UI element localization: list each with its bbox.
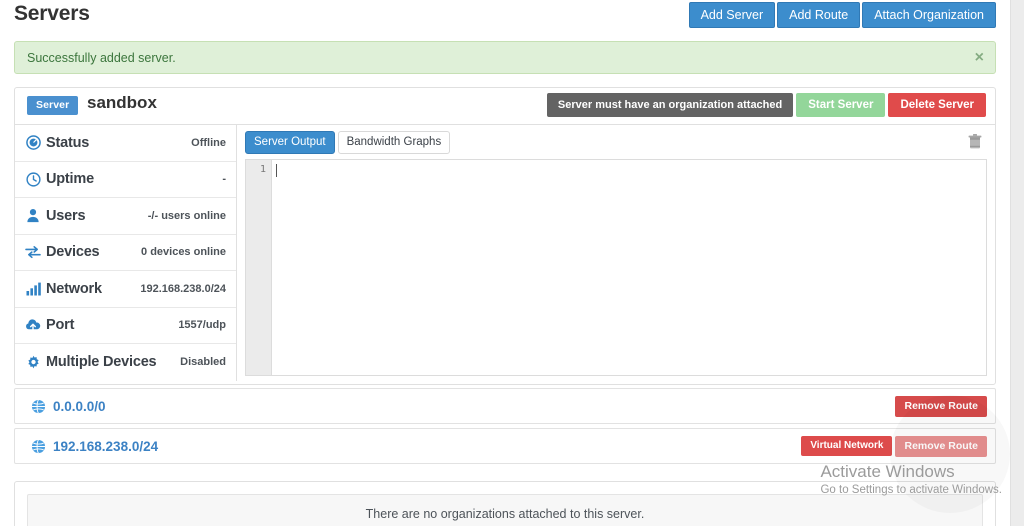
status-label: Status [46, 134, 90, 151]
organizations-panel: There are no organizations attached to t… [14, 481, 996, 526]
page-header: Servers Add Server Add Route Attach Orga… [0, 0, 1010, 34]
organization-warning-button[interactable]: Server must have an organization attache… [546, 93, 794, 117]
exchange-icon [24, 243, 42, 261]
organizations-empty-state: There are no organizations attached to t… [27, 494, 983, 526]
server-name: sandbox [87, 93, 157, 112]
user-icon [24, 207, 42, 225]
table-row: 0.0.0.0/0 Remove Route [14, 388, 996, 424]
signal-bars-icon [24, 280, 42, 298]
status-label: Uptime [46, 171, 94, 188]
alert-message: Successfully added server. [27, 50, 176, 65]
globe-icon [31, 439, 46, 454]
status-value: 0 devices online [141, 246, 226, 259]
status-value: Disabled [180, 356, 226, 369]
status-row-uptime: Uptime - [15, 162, 236, 198]
status-label: Port [46, 317, 75, 334]
page-title: Servers [14, 2, 90, 25]
server-output-panel: Server Output Bandwidth Graphs 1 [237, 125, 995, 384]
server-status-list: Status Offline Uptime - Users -/- users … [15, 125, 237, 381]
add-route-button[interactable]: Add Route [777, 2, 861, 28]
tab-server-output[interactable]: Server Output [245, 131, 335, 154]
watermark-blob [890, 395, 1010, 513]
status-value: Offline [191, 136, 226, 149]
status-label: Users [46, 207, 86, 224]
status-value: 1557/udp [178, 319, 226, 332]
gauge-icon [24, 134, 42, 152]
routes-list: 0.0.0.0/0 Remove Route 192.168.238.0/24 … [14, 388, 996, 468]
server-output-terminal[interactable]: 1 [245, 159, 987, 376]
header-actions: Add Server Add Route Attach Organization [688, 2, 996, 28]
status-value: -/- users online [147, 209, 226, 222]
virtual-network-button[interactable]: Virtual Network [801, 435, 893, 456]
server-header-actions: Server must have an organization attache… [546, 93, 986, 117]
table-row: 192.168.238.0/24 Virtual Network Remove … [14, 428, 996, 464]
success-alert: Successfully added server. × [14, 41, 996, 74]
status-label: Multiple Devices [46, 354, 157, 371]
page-content: Servers Add Server Add Route Attach Orga… [0, 0, 1010, 526]
upload-cloud-icon [24, 316, 42, 334]
trash-icon[interactable] [967, 133, 983, 151]
output-tabs: Server Output Bandwidth Graphs [245, 131, 987, 154]
text-cursor [276, 163, 277, 177]
status-label: Devices [46, 244, 100, 261]
status-row-status: Status Offline [15, 125, 236, 162]
route-network: 192.168.238.0/24 [53, 438, 159, 454]
gear-icon [24, 353, 42, 371]
server-header: Server sandbox Server must have an organ… [15, 88, 995, 125]
status-row-devices: Devices 0 devices online [15, 235, 236, 271]
route-network: 0.0.0.0/0 [53, 398, 106, 414]
status-value: - [222, 173, 226, 186]
status-row-network: Network 192.168.238.0/24 [15, 271, 236, 308]
server-body: Status Offline Uptime - Users -/- users … [15, 125, 995, 384]
server-panel: Server sandbox Server must have an organ… [14, 87, 996, 385]
add-server-button[interactable]: Add Server [688, 2, 776, 28]
app-root: Servers Add Server Add Route Attach Orga… [0, 0, 1024, 526]
status-row-port: Port 1557/udp [15, 308, 236, 344]
tab-bandwidth-graphs[interactable]: Bandwidth Graphs [337, 131, 451, 154]
scrollbar-gutter[interactable] [1010, 0, 1024, 526]
attach-organization-button[interactable]: Attach Organization [862, 2, 996, 28]
organizations-empty-message: There are no organizations attached to t… [365, 507, 645, 521]
terminal-text-area[interactable] [272, 160, 986, 375]
status-badge: Server [27, 96, 79, 115]
delete-server-button[interactable]: Delete Server [888, 93, 986, 117]
start-server-button[interactable]: Start Server [796, 93, 886, 117]
status-label: Network [46, 280, 102, 297]
close-icon[interactable]: × [975, 49, 984, 66]
line-number: 1 [259, 164, 266, 175]
status-row-users: Users -/- users online [15, 198, 236, 235]
clock-icon [24, 170, 42, 188]
status-value: 192.168.238.0/24 [140, 282, 226, 295]
line-number-gutter: 1 [246, 160, 272, 375]
status-row-multiple-devices: Multiple Devices Disabled [15, 344, 236, 381]
globe-icon [31, 399, 46, 414]
